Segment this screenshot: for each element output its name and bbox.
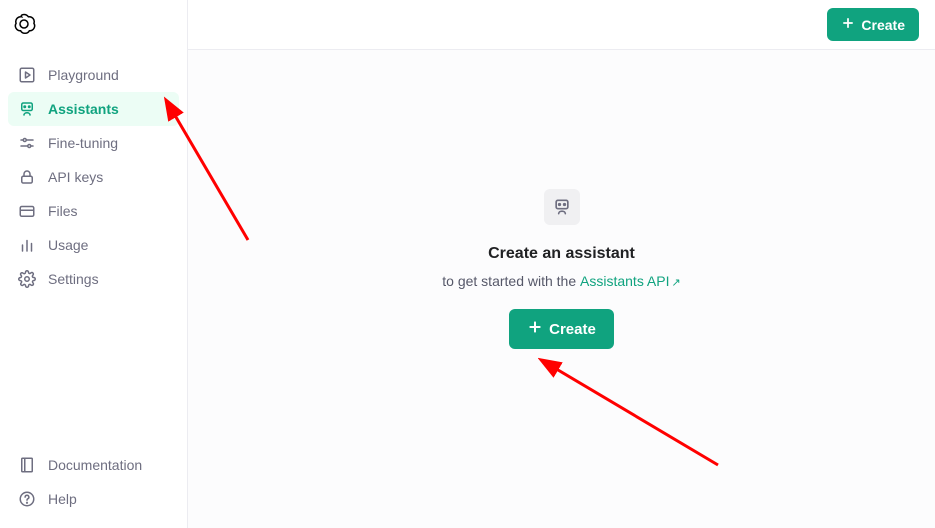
sidebar-item-usage[interactable]: Usage — [8, 228, 179, 262]
button-label: Create — [861, 17, 905, 33]
sliders-icon — [18, 134, 36, 152]
button-label: Create — [549, 321, 596, 338]
top-bar: Create — [188, 0, 935, 50]
lock-icon — [18, 168, 36, 186]
sidebar-item-assistants[interactable]: Assistants — [8, 92, 179, 126]
sidebar: Playground Assistants Fine-tuning API ke… — [0, 0, 188, 528]
sidebar-item-label: Settings — [48, 271, 99, 287]
sidebar-item-api-keys[interactable]: API keys — [8, 160, 179, 194]
external-link-icon: ↗ — [672, 277, 681, 289]
sidebar-item-settings[interactable]: Settings — [8, 262, 179, 296]
create-button-top[interactable]: Create — [827, 8, 919, 41]
book-icon — [18, 456, 36, 474]
sidebar-item-label: Usage — [48, 237, 88, 253]
robot-icon — [544, 189, 580, 225]
plus-icon — [841, 16, 855, 33]
sidebar-item-documentation[interactable]: Documentation — [8, 448, 179, 482]
gear-icon — [18, 270, 36, 288]
sidebar-item-label: Fine-tuning — [48, 135, 118, 151]
bar-chart-icon — [18, 236, 36, 254]
main-content: Create Create an assistant to get starte… — [188, 0, 935, 528]
sidebar-item-label: Files — [48, 203, 78, 219]
empty-state: Create an assistant to get started with … — [188, 50, 935, 528]
plus-icon — [527, 319, 543, 339]
help-circle-icon — [18, 490, 36, 508]
sidebar-item-fine-tuning[interactable]: Fine-tuning — [8, 126, 179, 160]
openai-logo — [12, 12, 36, 36]
folder-icon — [18, 202, 36, 220]
sidebar-item-label: Assistants — [48, 101, 119, 117]
sidebar-item-label: Documentation — [48, 457, 142, 473]
assistants-api-link[interactable]: Assistants API↗ — [580, 273, 681, 289]
empty-state-title: Create an assistant — [488, 245, 635, 263]
empty-state-subtitle: to get started with the Assistants API↗ — [442, 273, 680, 289]
robot-icon — [18, 100, 36, 118]
play-square-icon — [18, 66, 36, 84]
sidebar-item-files[interactable]: Files — [8, 194, 179, 228]
sidebar-item-label: Help — [48, 491, 77, 507]
subtitle-prefix: to get started with the — [442, 273, 580, 289]
sidebar-item-label: API keys — [48, 169, 103, 185]
create-button-center[interactable]: Create — [509, 309, 614, 349]
sidebar-nav: Playground Assistants Fine-tuning API ke… — [8, 58, 179, 296]
sidebar-item-label: Playground — [48, 67, 119, 83]
sidebar-item-help[interactable]: Help — [8, 482, 179, 516]
sidebar-footer: Documentation Help — [8, 448, 179, 516]
sidebar-item-playground[interactable]: Playground — [8, 58, 179, 92]
